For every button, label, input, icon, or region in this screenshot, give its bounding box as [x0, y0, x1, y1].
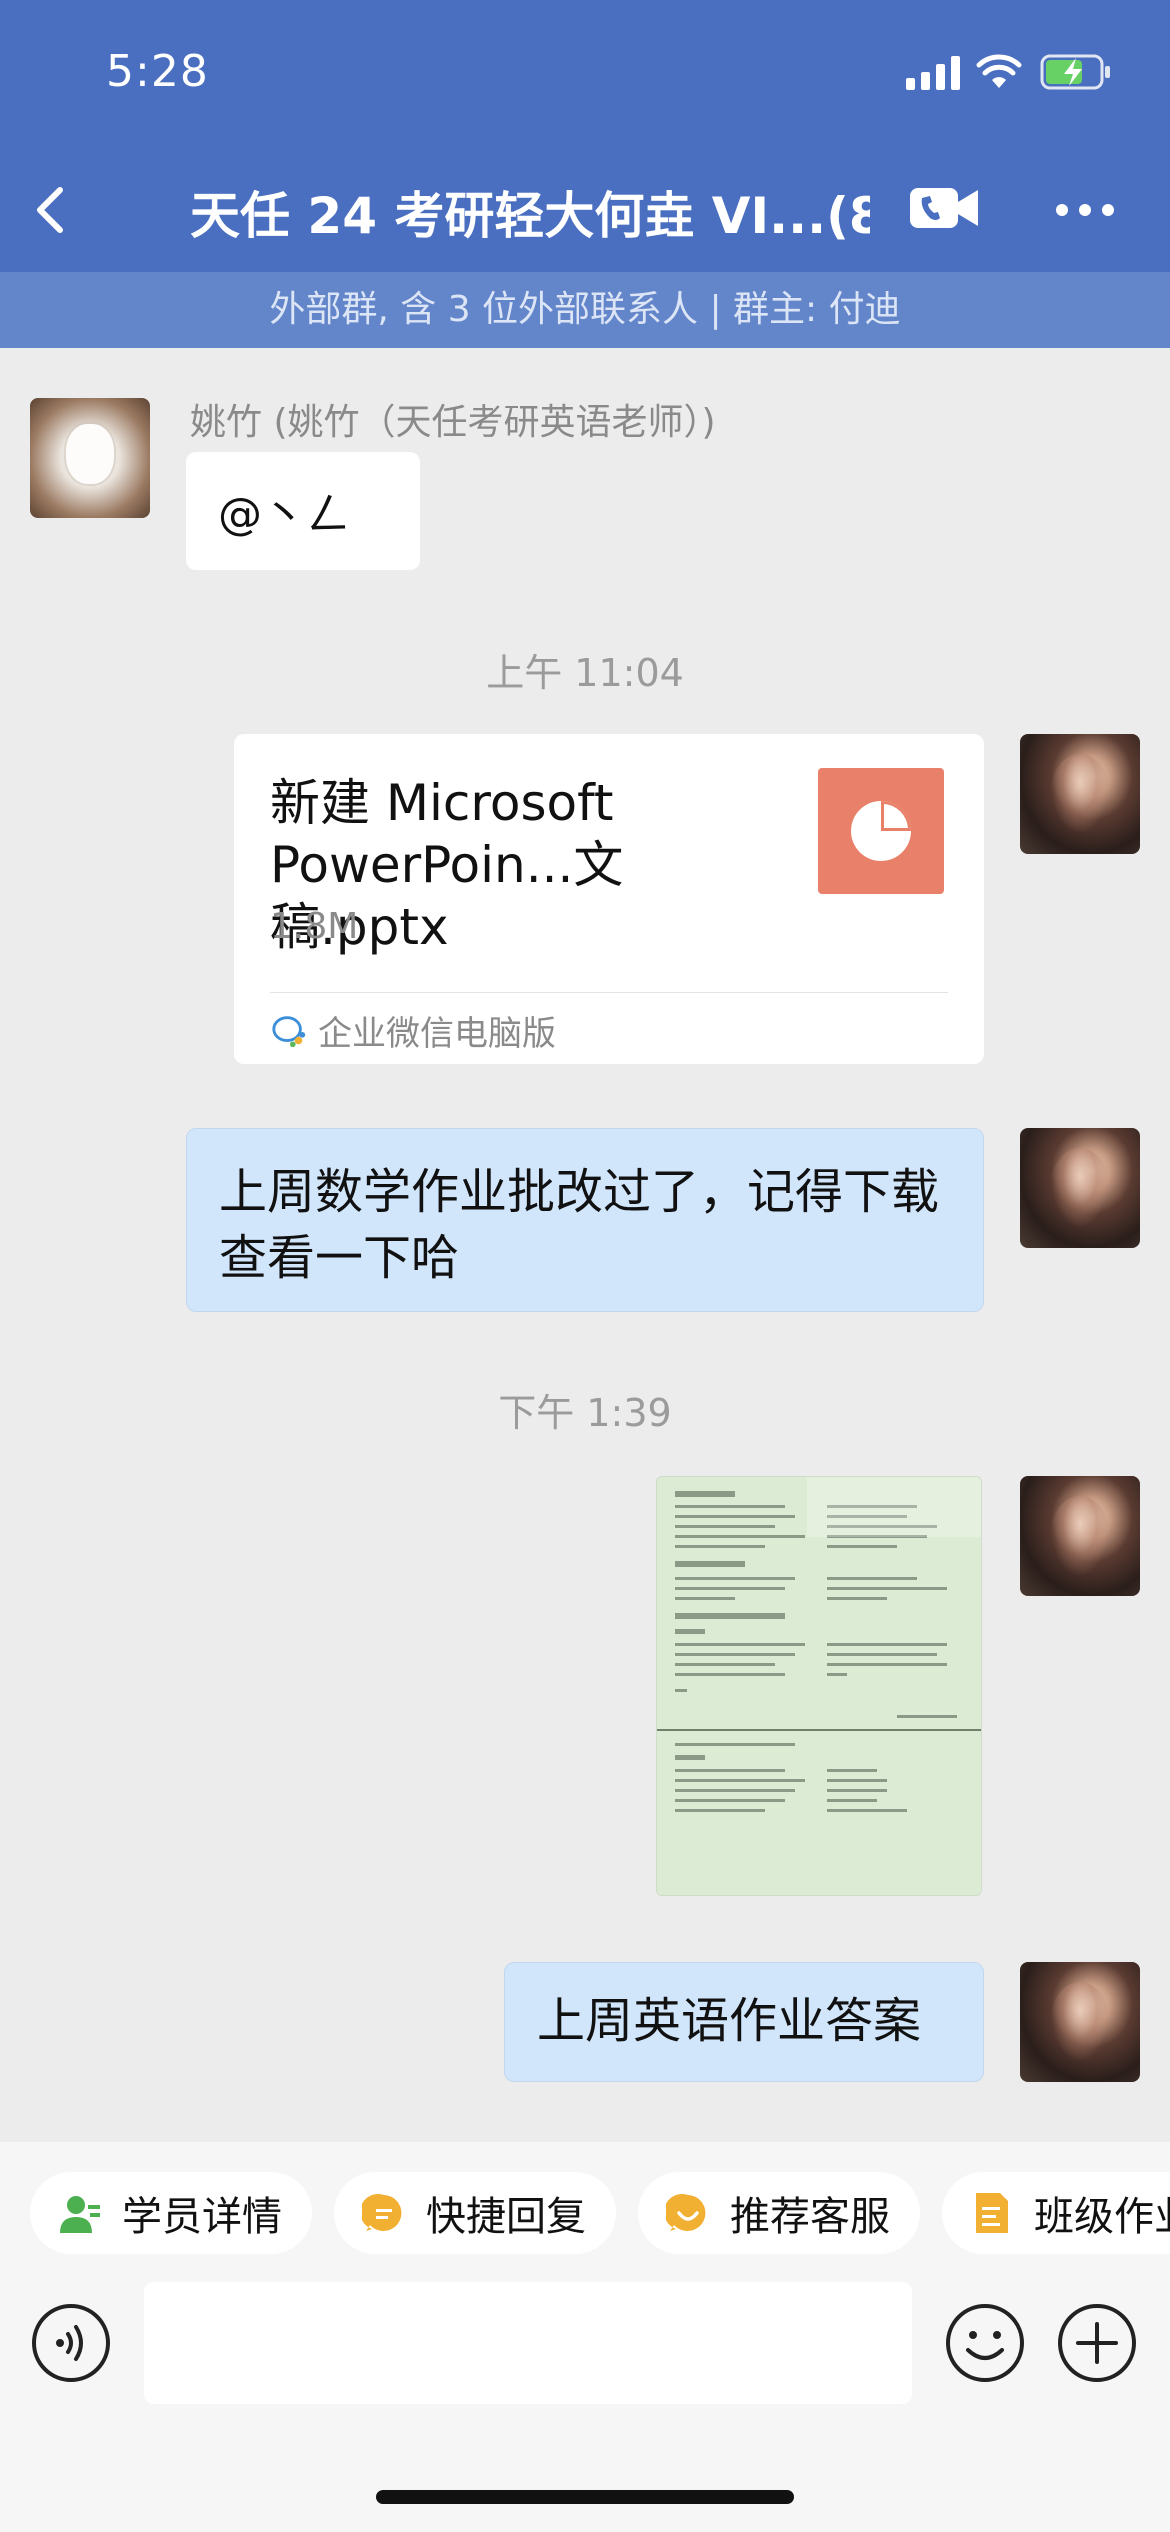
- sender-name: 姚竹 (姚竹（天任考研英语老师）): [190, 402, 716, 443]
- image-message-thumbnail[interactable]: [656, 1476, 982, 1896]
- status-time: 5:28: [106, 46, 209, 97]
- service-icon: [666, 2193, 706, 2231]
- timestamp: 上午 11:04: [486, 651, 684, 695]
- message-text: @丶ㄥ: [218, 489, 350, 540]
- more-functions-button[interactable]: [1056, 2302, 1138, 2384]
- chat-header: 5:28 天任 24 考研轻大何垚 VI...(8): [0, 0, 1170, 272]
- homework-icon: [976, 2193, 1008, 2233]
- chat-title: 天任 24 考研轻大何垚 VI...(8): [190, 187, 870, 245]
- quick-action-bar: 学员详情 快捷回复 推荐客服 班级作业: [0, 2142, 1170, 2282]
- my-avatar[interactable]: [1020, 1962, 1140, 2082]
- more-options-button[interactable]: [1052, 190, 1118, 230]
- class-homework-button[interactable]: 班级作业: [942, 2172, 1170, 2254]
- chip-label: 班级作业: [1034, 2194, 1170, 2240]
- outgoing-message-bubble[interactable]: 上周数学作业批改过了，记得下载查看一下哈: [186, 1128, 984, 1312]
- video-call-button[interactable]: [906, 178, 982, 238]
- message-text: 上周数学作业批改过了，记得下载查看一下哈: [219, 1164, 940, 1286]
- quick-reply-button[interactable]: 快捷回复: [334, 2172, 616, 2254]
- person-icon: [60, 2196, 100, 2233]
- sender-avatar[interactable]: [30, 398, 150, 518]
- wifi-icon: [976, 54, 1022, 88]
- incoming-message-bubble[interactable]: @丶ㄥ: [186, 452, 420, 570]
- file-size: 1.8M: [270, 906, 359, 947]
- file-message-card[interactable]: 新建 Microsoft PowerPoin...文稿.pptx 1.8M 企业…: [234, 734, 984, 1064]
- wecom-icon: [272, 1015, 306, 1047]
- emoji-button[interactable]: [944, 2302, 1026, 2384]
- quick-reply-icon: [362, 2193, 402, 2231]
- message-input[interactable]: [144, 2282, 912, 2404]
- pptx-file-icon: [818, 768, 944, 894]
- my-avatar[interactable]: [1020, 1476, 1140, 1596]
- recommend-service-button[interactable]: 推荐客服: [638, 2172, 920, 2254]
- chip-label: 推荐客服: [730, 2194, 890, 2240]
- document-photo: [657, 1477, 981, 1895]
- file-source: 企业微信电脑版: [270, 1006, 556, 1055]
- signal-icon: [906, 56, 960, 90]
- my-avatar[interactable]: [1020, 734, 1140, 854]
- my-avatar[interactable]: [1020, 1128, 1140, 1248]
- home-indicator[interactable]: [376, 2490, 794, 2504]
- timestamp: 下午 1:39: [498, 1391, 672, 1435]
- group-info-banner[interactable]: 外部群, 含 3 位外部联系人 | 群主: 付迪: [0, 272, 1170, 348]
- outgoing-message-bubble[interactable]: 上周英语作业答案: [504, 1962, 984, 2082]
- message-text: 上周英语作业答案: [537, 1993, 922, 2049]
- student-details-button[interactable]: 学员详情: [30, 2172, 312, 2254]
- battery-icon: [1040, 54, 1110, 90]
- file-source-label: 企业微信电脑版: [318, 1014, 556, 1054]
- chip-label: 学员详情: [122, 2194, 282, 2240]
- divider: [270, 992, 948, 993]
- voice-input-button[interactable]: [30, 2302, 112, 2384]
- back-button[interactable]: [20, 170, 90, 250]
- chip-label: 快捷回复: [426, 2194, 586, 2240]
